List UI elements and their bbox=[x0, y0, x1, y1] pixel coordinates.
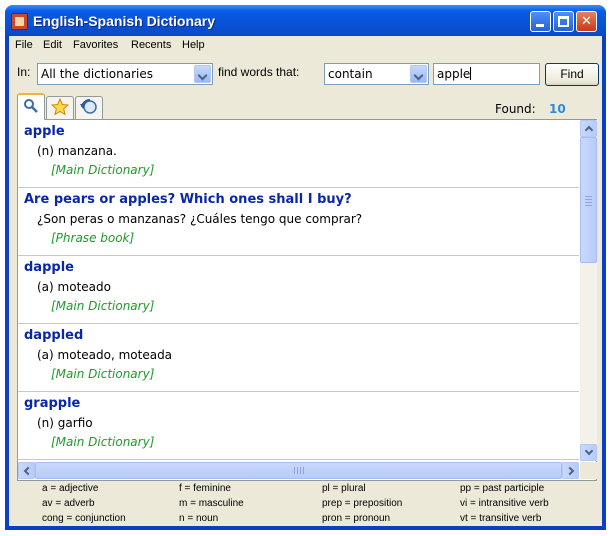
result-source: [Main Dictionary] bbox=[51, 163, 155, 177]
chevron-down-icon[interactable] bbox=[410, 65, 427, 83]
abbreviation-legend: a = adjective av = adverb cong = conjunc… bbox=[9, 483, 602, 524]
result-headword[interactable]: Are pears or apples? Which ones shall I … bbox=[24, 192, 352, 207]
search-bar: In: All the dictionaries find words that… bbox=[9, 60, 602, 88]
menu-bar: File Edit Favorites Recents Help bbox=[9, 36, 602, 56]
results-panel: apple (n) manzana. [Main Dictionary] Are… bbox=[17, 119, 597, 481]
result-item[interactable]: dappled (a) moteado, moteada [Main Dicti… bbox=[18, 324, 579, 392]
tab-search[interactable] bbox=[17, 93, 45, 120]
vertical-scrollbar[interactable] bbox=[580, 120, 597, 461]
legend-entry: f = feminine bbox=[179, 483, 231, 494]
find-words-label: find words that: bbox=[218, 65, 300, 79]
match-mode-select[interactable]: contain bbox=[324, 63, 429, 85]
menu-edit[interactable]: Edit bbox=[43, 39, 62, 51]
history-icon bbox=[80, 98, 97, 114]
scroll-up-icon[interactable] bbox=[580, 120, 597, 137]
vertical-scroll-thumb[interactable] bbox=[580, 137, 597, 263]
result-item[interactable]: Are pears or apples? Which ones shall I … bbox=[18, 188, 579, 256]
app-window: English-Spanish Dictionary ✕ File Edit F… bbox=[5, 5, 606, 530]
result-item[interactable]: dapple (a) moteado [Main Dictionary] bbox=[18, 256, 579, 324]
result-item[interactable]: apple (n) manzana. [Main Dictionary] bbox=[18, 120, 579, 188]
result-headword[interactable]: dapple bbox=[24, 260, 74, 275]
menu-file[interactable]: File bbox=[15, 39, 33, 51]
results-list: apple (n) manzana. [Main Dictionary] Are… bbox=[18, 120, 579, 461]
scroll-right-icon[interactable] bbox=[562, 462, 579, 479]
result-source: [Main Dictionary] bbox=[51, 435, 155, 449]
menu-recents[interactable]: Recents bbox=[131, 39, 171, 51]
search-query: apple bbox=[437, 67, 471, 81]
horizontal-scroll-thumb[interactable] bbox=[35, 462, 562, 479]
client-area: File Edit Favorites Recents Help In: All… bbox=[9, 36, 602, 526]
match-mode-value: contain bbox=[328, 67, 373, 81]
result-headword[interactable]: apple bbox=[24, 124, 65, 139]
legend-entry: pron = pronoun bbox=[322, 513, 391, 524]
scroll-down-icon[interactable] bbox=[580, 444, 597, 461]
legend-entry: pp = past participle bbox=[460, 483, 545, 494]
close-icon: ✕ bbox=[581, 14, 592, 29]
result-source: [Main Dictionary] bbox=[51, 299, 155, 313]
result-definition: (a) moteado bbox=[37, 280, 111, 294]
title-bar[interactable]: English-Spanish Dictionary ✕ bbox=[5, 5, 606, 36]
found-label: Found: bbox=[495, 102, 536, 116]
legend-entry: n = noun bbox=[179, 513, 219, 524]
menu-favorites[interactable]: Favorites bbox=[73, 39, 118, 51]
result-item[interactable]: grapple (n) garfio [Main Dictionary] bbox=[18, 392, 579, 460]
in-label: In: bbox=[17, 65, 31, 79]
legend-entry: m = masculine bbox=[179, 498, 244, 509]
found-count: 10 bbox=[549, 102, 566, 116]
minimize-button[interactable] bbox=[530, 11, 551, 32]
window-title: English-Spanish Dictionary bbox=[33, 13, 216, 29]
maximize-button[interactable] bbox=[553, 11, 574, 32]
star-icon bbox=[51, 98, 69, 116]
horizontal-scrollbar[interactable] bbox=[18, 462, 579, 479]
search-input[interactable]: apple bbox=[433, 63, 540, 85]
tab-history[interactable] bbox=[75, 96, 103, 119]
maximize-icon bbox=[558, 16, 569, 27]
result-source: [Phrase book] bbox=[51, 231, 135, 245]
tab-favorites[interactable] bbox=[46, 96, 74, 119]
search-icon bbox=[24, 99, 38, 113]
dictionary-scope-select[interactable]: All the dictionaries bbox=[37, 63, 213, 85]
result-source: [Main Dictionary] bbox=[51, 367, 155, 381]
scroll-left-icon[interactable] bbox=[18, 462, 35, 479]
legend-entry: a = adjective bbox=[42, 483, 99, 494]
result-definition: (n) garfio bbox=[37, 416, 93, 430]
legend-entry: prep = preposition bbox=[322, 498, 403, 509]
result-headword[interactable]: grapple bbox=[24, 396, 80, 411]
legend-entry: av = adverb bbox=[42, 498, 95, 509]
find-button[interactable]: Find bbox=[545, 63, 599, 86]
result-headword[interactable]: dappled bbox=[24, 328, 83, 343]
legend-entry: vi = intransitive verb bbox=[460, 498, 549, 509]
legend-entry: pl = plural bbox=[322, 483, 366, 494]
legend-entry: vt = transitive verb bbox=[460, 513, 542, 524]
result-definition: (n) manzana. bbox=[37, 144, 117, 158]
view-tabs: Found: 10 bbox=[17, 93, 597, 120]
dictionary-scope-value: All the dictionaries bbox=[41, 67, 153, 81]
legend-entry: cong = conjunction bbox=[42, 513, 126, 524]
result-definition: ¿Son peras o manzanas? ¿Cuáles tengo que… bbox=[37, 212, 363, 226]
close-button[interactable]: ✕ bbox=[576, 11, 597, 32]
menu-help[interactable]: Help bbox=[182, 39, 205, 51]
minimize-icon bbox=[536, 24, 544, 27]
app-icon bbox=[11, 13, 28, 30]
chevron-down-icon[interactable] bbox=[194, 65, 211, 83]
result-definition: (a) moteado, moteada bbox=[37, 348, 173, 362]
